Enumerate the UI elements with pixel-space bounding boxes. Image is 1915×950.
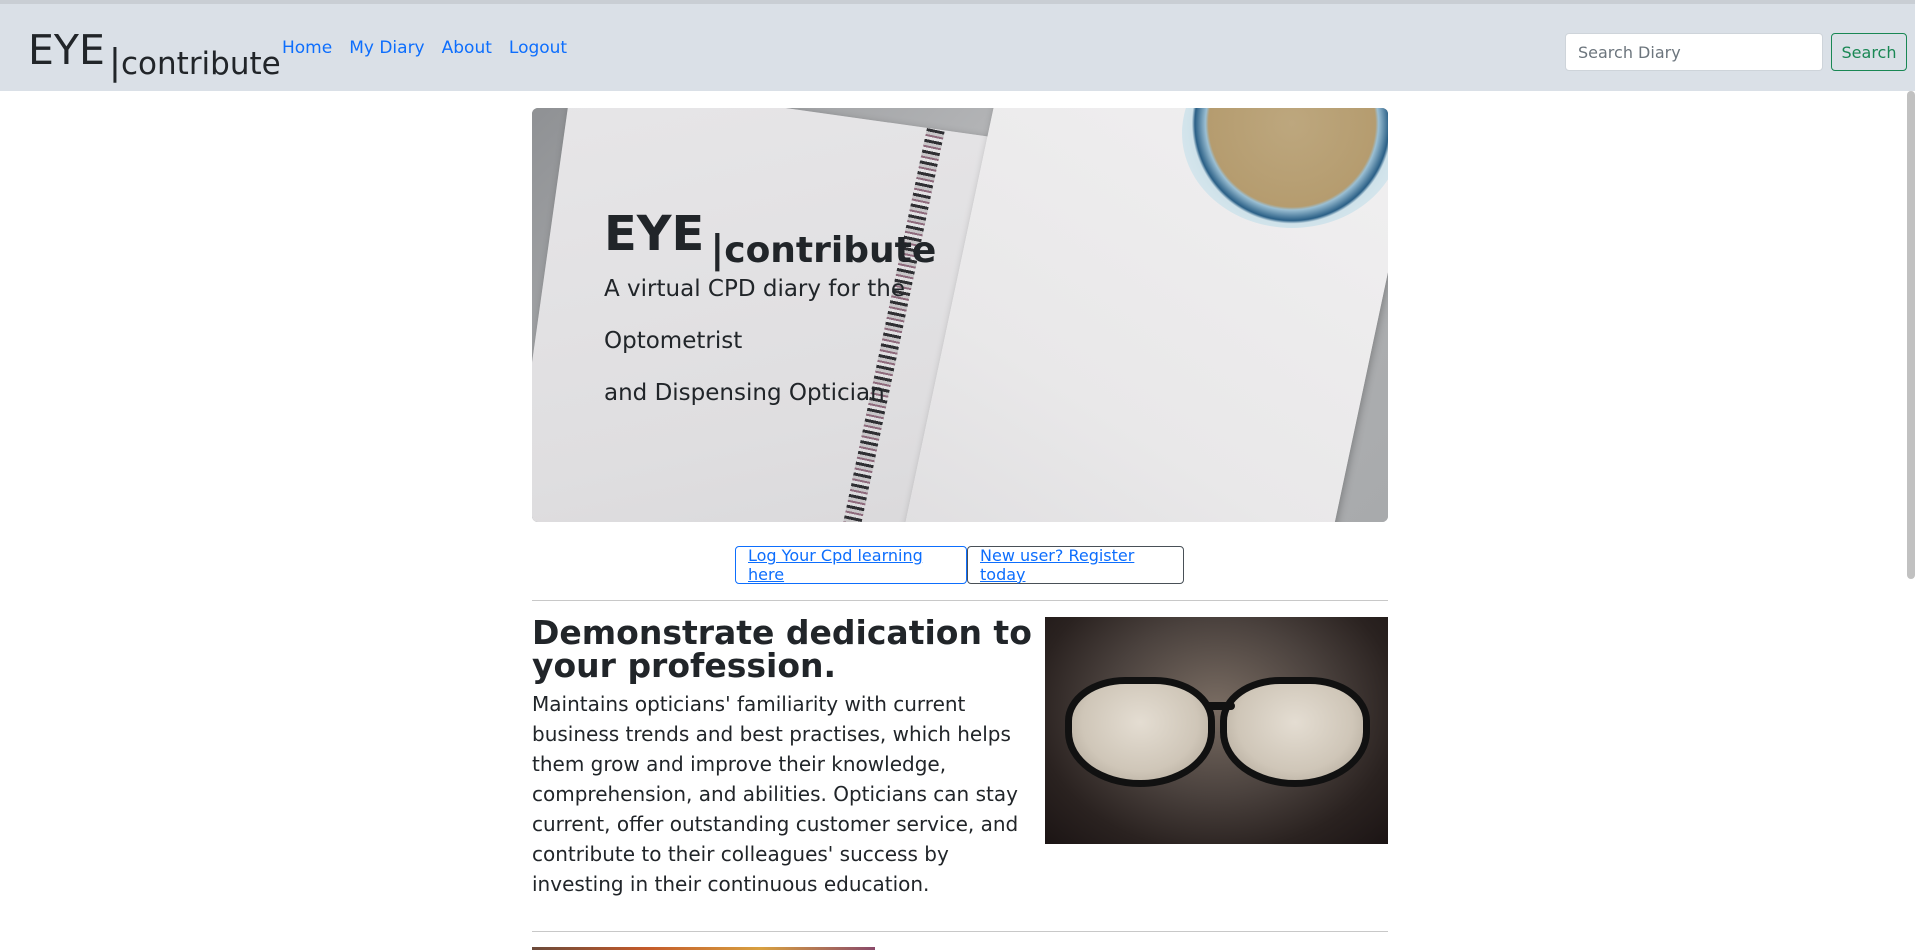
brand-bar: |: [108, 42, 121, 83]
hero-banner: EYE |contribute A virtual CPD diary for t…: [532, 108, 1388, 522]
divider: [532, 600, 1388, 601]
hero-line-2: Optometrist: [604, 328, 743, 354]
action-buttons: Log Your Cpd learning here New user? Reg…: [735, 546, 1184, 584]
glasses-bridge: [1205, 702, 1235, 710]
scrollbar-thumb[interactable]: [1907, 91, 1915, 579]
search-button[interactable]: Search: [1831, 33, 1907, 71]
brand-sub: contribute: [121, 46, 281, 82]
nav-link-about[interactable]: About: [442, 38, 492, 58]
glasses-left-lens: [1065, 677, 1215, 787]
glasses-right-lens: [1220, 677, 1370, 787]
section-body: Maintains opticians' familiarity with cu…: [532, 692, 1019, 896]
hero-title-sub: contribute: [724, 230, 937, 271]
hero-line-1: A virtual CPD diary for the: [604, 276, 905, 302]
hero-title-main: EYE: [604, 206, 705, 262]
brand-logo[interactable]: EYE |contribute: [28, 26, 281, 83]
nav-links: Home My Diary About Logout: [282, 38, 584, 58]
hero-line-3: and Dispensing Optician: [604, 380, 885, 406]
hero-title-bar: |: [710, 227, 725, 271]
search-input[interactable]: [1565, 33, 1823, 71]
hero-title: EYE |contribute: [604, 206, 936, 271]
nav-link-logout[interactable]: Logout: [509, 38, 567, 58]
section-title: Demonstrate dedication to your professio…: [532, 613, 1032, 685]
register-button[interactable]: New user? Register today: [967, 546, 1184, 584]
nav-link-my-diary[interactable]: My Diary: [349, 38, 424, 58]
log-cpd-button[interactable]: Log Your Cpd learning here: [735, 546, 967, 584]
brand-main: EYE: [28, 26, 105, 74]
navbar: EYE |contribute Home My Diary About Logou…: [0, 4, 1915, 91]
nav-link-home[interactable]: Home: [282, 38, 332, 58]
divider: [532, 931, 1388, 932]
glasses-image: [1045, 617, 1388, 844]
